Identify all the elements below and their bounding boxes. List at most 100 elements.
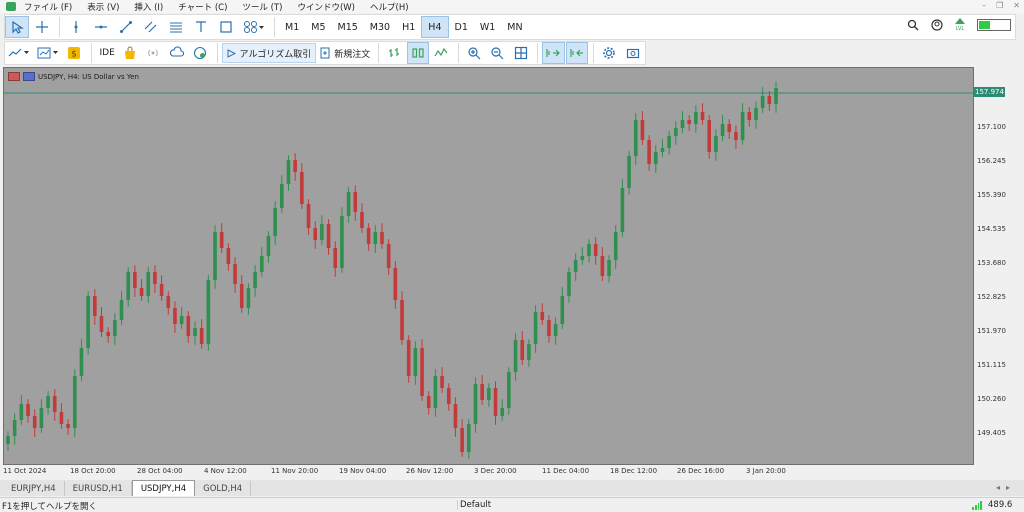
chart-shift-icon[interactable] [565, 42, 589, 64]
zoom-in-icon[interactable] [463, 42, 485, 64]
text-icon[interactable] [189, 16, 213, 38]
indicators-icon[interactable] [5, 42, 33, 64]
candle [66, 419, 70, 435]
candle [153, 265, 157, 293]
crosshair-icon[interactable] [30, 16, 54, 38]
minimize-icon[interactable]: – [982, 1, 986, 10]
menu-file[interactable]: ファイル (F) [24, 1, 72, 13]
tab-usdjpy[interactable]: USDJPY,H4 [131, 480, 196, 496]
candle [540, 303, 545, 325]
candle [99, 307, 104, 337]
candle [740, 103, 745, 145]
tab-gold[interactable]: GOLD,H4 [195, 481, 252, 496]
vps-icon[interactable] [189, 42, 211, 64]
candlestick-icon[interactable] [406, 42, 430, 64]
cursor-icon[interactable] [5, 16, 29, 38]
time-label: 28 Oct 04:00 [137, 467, 183, 475]
candle [373, 225, 378, 253]
vertical-line-icon[interactable] [64, 16, 88, 38]
candle [59, 403, 64, 429]
trendline-icon[interactable] [114, 16, 138, 38]
candle [620, 179, 625, 237]
timeframe-group: M1 M5 M15 M30 H1 H4 D1 W1 MN [279, 16, 529, 38]
candle [593, 237, 598, 265]
tab-eurjpy[interactable]: EURJPY,H4 [3, 481, 65, 496]
timeframe-w1[interactable]: W1 [474, 16, 501, 38]
timeframe-mn[interactable]: MN [501, 16, 528, 38]
objects-icon[interactable] [239, 16, 269, 38]
algo-trading-button[interactable]: アルゴリズム取引 [221, 43, 317, 63]
new-order-button[interactable]: 新規注文 [316, 43, 374, 63]
candle [326, 219, 331, 255]
horizontal-line-icon[interactable] [89, 16, 113, 38]
tile-windows-icon[interactable] [510, 42, 532, 64]
chart-menu-icon[interactable] [8, 72, 20, 81]
candle [500, 399, 504, 421]
tab-eurusd[interactable]: EURUSD,H1 [65, 481, 132, 496]
battery-indicator [977, 19, 1011, 31]
candle [426, 391, 431, 415]
level-icon[interactable]: LVL [955, 18, 965, 32]
channel-icon[interactable] [139, 16, 163, 38]
candle [747, 107, 752, 127]
candle [226, 243, 231, 271]
fibonacci-icon[interactable] [164, 16, 188, 38]
toolbar-separator [457, 43, 459, 63]
menu-chart[interactable]: チャート (C) [178, 1, 227, 13]
screenshot-icon[interactable] [622, 42, 644, 64]
time-axis[interactable]: 11 Oct 2024 18 Oct 20:00 28 Oct 04:00 4 Nov… [3, 465, 974, 479]
chart-title: USDJPY, H4: US Dollar vs Yen [8, 72, 139, 81]
cloud-icon[interactable] [166, 42, 188, 64]
candle [453, 397, 458, 437]
chart-window[interactable]: USDJPY, H4: US Dollar vs Yen [3, 67, 974, 465]
price-axis[interactable]: 157.100 156.245 155.390 154.535 153.680 152.8… [975, 67, 1024, 465]
candle [19, 395, 24, 425]
auto-scroll-icon[interactable] [541, 42, 565, 64]
candle [433, 369, 438, 417]
profile-name[interactable]: Default [457, 500, 491, 510]
timeframe-m5[interactable]: M5 [305, 16, 331, 38]
timeframe-m1[interactable]: M1 [279, 16, 305, 38]
account-icon[interactable] [931, 19, 943, 31]
menu-help[interactable]: ヘルプ(H) [370, 1, 409, 13]
candle [266, 231, 271, 263]
candle [527, 339, 531, 367]
close-icon[interactable]: ✕ [1013, 1, 1020, 10]
signals-icon[interactable] [142, 42, 164, 64]
templates-icon[interactable] [34, 42, 62, 64]
line-chart-icon[interactable] [430, 42, 452, 64]
price-label: 149.405 [977, 429, 1006, 437]
candle [79, 339, 84, 381]
bar-chart-icon[interactable] [383, 42, 405, 64]
menu-window[interactable]: ウインドウ(W) [297, 1, 355, 13]
menu-tools[interactable]: ツール (T) [242, 1, 282, 13]
candle [386, 239, 391, 275]
candle [159, 275, 164, 301]
candle [106, 327, 110, 343]
candle [293, 153, 297, 181]
timeframe-m15[interactable]: M15 [332, 16, 364, 38]
menu-insert[interactable]: 挿入 (I) [134, 1, 163, 13]
candle [460, 419, 464, 457]
timeframe-d1[interactable]: D1 [449, 16, 474, 38]
dollar-icon[interactable]: $ [63, 42, 85, 64]
candle [680, 111, 685, 133]
settings-icon[interactable] [598, 42, 620, 64]
zoom-out-icon[interactable] [486, 42, 508, 64]
candle [346, 187, 351, 223]
ide-button[interactable]: IDE [96, 43, 119, 63]
timeframe-m30[interactable]: M30 [364, 16, 396, 38]
tab-scroll-arrows[interactable]: ◂▸ [996, 483, 1016, 492]
shapes-icon[interactable] [214, 16, 238, 38]
restore-icon[interactable]: ❐ [996, 1, 1003, 10]
menu-view[interactable]: 表示 (V) [87, 1, 119, 13]
candle [727, 119, 732, 139]
timeframe-h4[interactable]: H4 [421, 16, 449, 38]
candle [39, 399, 44, 433]
search-icon[interactable] [907, 19, 919, 31]
candle [413, 341, 418, 385]
market-icon[interactable] [119, 42, 141, 64]
chart-canvas[interactable] [4, 68, 973, 464]
price-label: 155.390 [977, 191, 1006, 199]
timeframe-h1[interactable]: H1 [396, 16, 421, 38]
